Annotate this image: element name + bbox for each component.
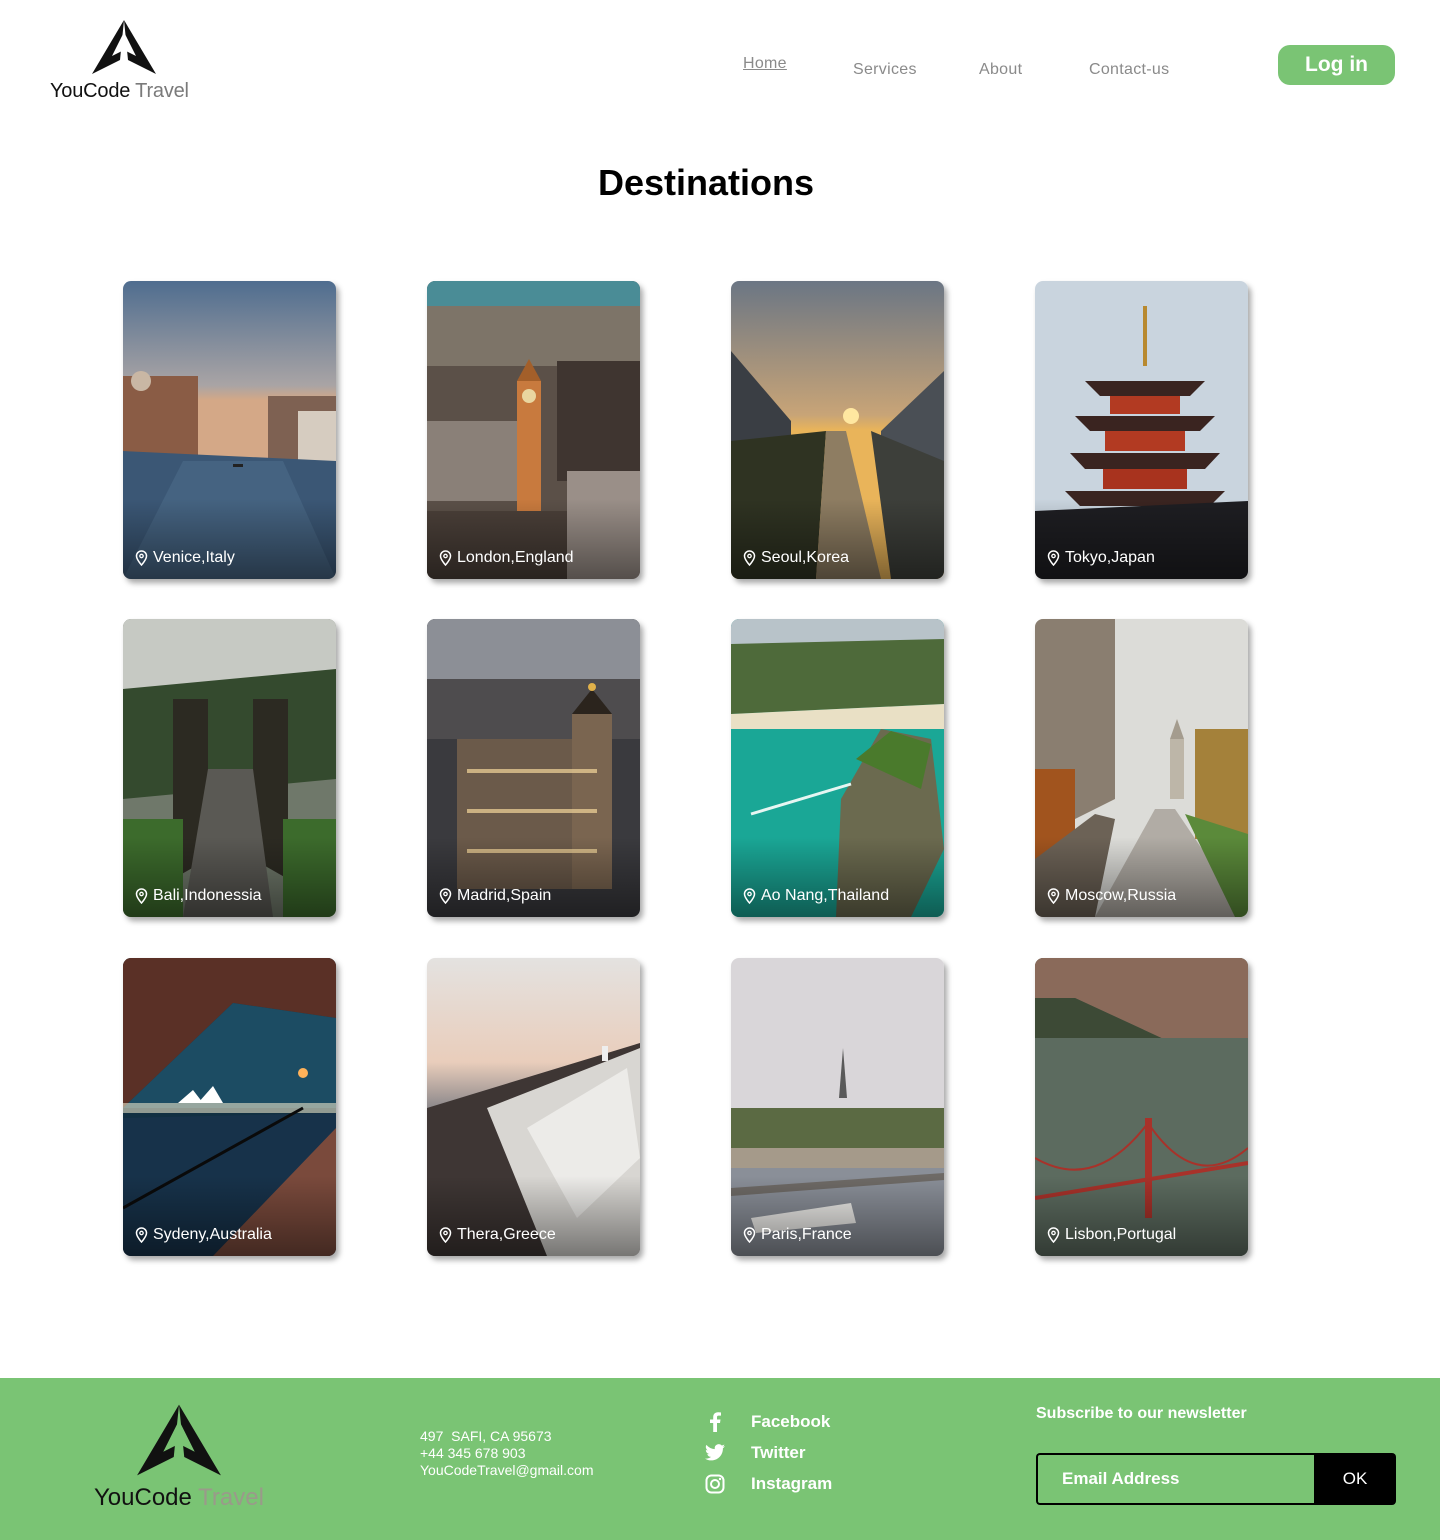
location-pin-icon <box>439 888 452 904</box>
social-label: Facebook <box>751 1411 831 1431</box>
newsletter-submit-button[interactable]: OK <box>1314 1453 1396 1505</box>
destination-card-madrid[interactable]: Madrid,Spain <box>427 619 640 917</box>
nav-contact-us[interactable]: Contact-us <box>1089 61 1169 79</box>
destination-card-lisbon[interactable]: Lisbon,Portugal <box>1035 958 1248 1256</box>
twitter-icon <box>704 1442 726 1464</box>
destination-card-moscow[interactable]: Moscow,Russia <box>1035 619 1248 917</box>
destination-card-thera[interactable]: Thera,Greece <box>427 958 640 1256</box>
footer: YouCode Travel 497 SAFI, CA 95673 +44 34… <box>0 1378 1440 1540</box>
destination-card-london[interactable]: London,England <box>427 281 640 579</box>
login-button[interactable]: Log in <box>1278 45 1395 85</box>
nav-home[interactable]: Home <box>743 55 787 73</box>
location-pin-icon <box>743 1227 756 1243</box>
contact-address: 497 SAFI, CA 95673 <box>420 1428 552 1444</box>
destination-label: London,England <box>457 549 574 566</box>
social-label: Twitter <box>751 1442 806 1462</box>
destination-label: Tokyo,Japan <box>1065 549 1155 566</box>
facebook-icon <box>704 1411 726 1433</box>
footer-logo-brand-dark: YouCode <box>94 1484 192 1511</box>
location-pin-icon <box>1047 1227 1060 1243</box>
destination-label: Thera,Greece <box>457 1226 556 1243</box>
social-twitter[interactable]: Twitter <box>704 1437 832 1468</box>
destination-label: Moscow,Russia <box>1065 887 1177 904</box>
social-links: Facebook Twitter Instagram <box>704 1406 832 1499</box>
footer-logo-text: YouCode Travel <box>94 1484 264 1512</box>
destination-label: Lisbon,Portugal <box>1065 1226 1177 1243</box>
contact-phone: +44 345 678 903 <box>420 1445 526 1461</box>
logo[interactable]: YouCode Travel <box>50 18 200 108</box>
logo-brand-light: Travel <box>135 80 189 102</box>
newsletter-email-input[interactable] <box>1036 1453 1316 1505</box>
destination-label: Seoul,Korea <box>761 549 850 566</box>
location-pin-icon <box>439 550 452 566</box>
destination-label: Madrid,Spain <box>457 887 552 904</box>
destination-card-venice[interactable]: Venice,Italy <box>123 281 336 579</box>
logo-mark-icon <box>92 20 156 74</box>
destination-label: Venice,Italy <box>153 549 235 566</box>
social-label: Instagram <box>751 1473 833 1493</box>
destination-label: Sydeny,Australia <box>153 1226 272 1243</box>
footer-logo[interactable]: YouCode Travel <box>94 1402 274 1512</box>
footer-logo-brand-light: Travel <box>198 1484 264 1511</box>
contact-email[interactable]: YouCodeTravel@gmail.com <box>420 1462 593 1479</box>
nav-about[interactable]: About <box>979 61 1022 79</box>
destination-card-paris[interactable]: Paris,France <box>731 958 944 1256</box>
page-title: Destinations <box>597 162 815 203</box>
social-instagram[interactable]: Instagram <box>704 1468 832 1499</box>
destination-card-seoul[interactable]: Seoul,Korea <box>731 281 944 579</box>
destination-label: Bali,Indonessia <box>153 887 262 904</box>
destination-label: Paris,France <box>761 1226 852 1243</box>
location-pin-icon <box>135 1227 148 1243</box>
destination-card-bali[interactable]: Bali,Indonessia <box>123 619 336 917</box>
location-pin-icon <box>135 550 148 566</box>
instagram-icon <box>704 1473 726 1495</box>
location-pin-icon <box>135 888 148 904</box>
logo-text: YouCode Travel <box>50 80 189 103</box>
social-facebook[interactable]: Facebook <box>704 1406 832 1437</box>
location-pin-icon <box>1047 550 1060 566</box>
destination-label: Ao Nang,Thailand <box>761 887 890 904</box>
location-pin-icon <box>1047 888 1060 904</box>
location-pin-icon <box>743 888 756 904</box>
logo-brand-dark: YouCode <box>50 80 131 102</box>
destination-card-ao-nang[interactable]: Ao Nang,Thailand <box>731 619 944 917</box>
logo-mark-icon <box>137 1404 221 1476</box>
newsletter-title: Subscribe to our newsletter <box>1036 1405 1247 1422</box>
destination-card-sydney[interactable]: Sydeny,Australia <box>123 958 336 1256</box>
location-pin-icon <box>743 550 756 566</box>
nav-services[interactable]: Services <box>853 61 917 79</box>
destination-card-tokyo[interactable]: Tokyo,Japan <box>1035 281 1248 579</box>
contact-info: 497 SAFI, CA 95673 +44 345 678 903 YouCo… <box>420 1428 593 1479</box>
location-pin-icon <box>439 1227 452 1243</box>
